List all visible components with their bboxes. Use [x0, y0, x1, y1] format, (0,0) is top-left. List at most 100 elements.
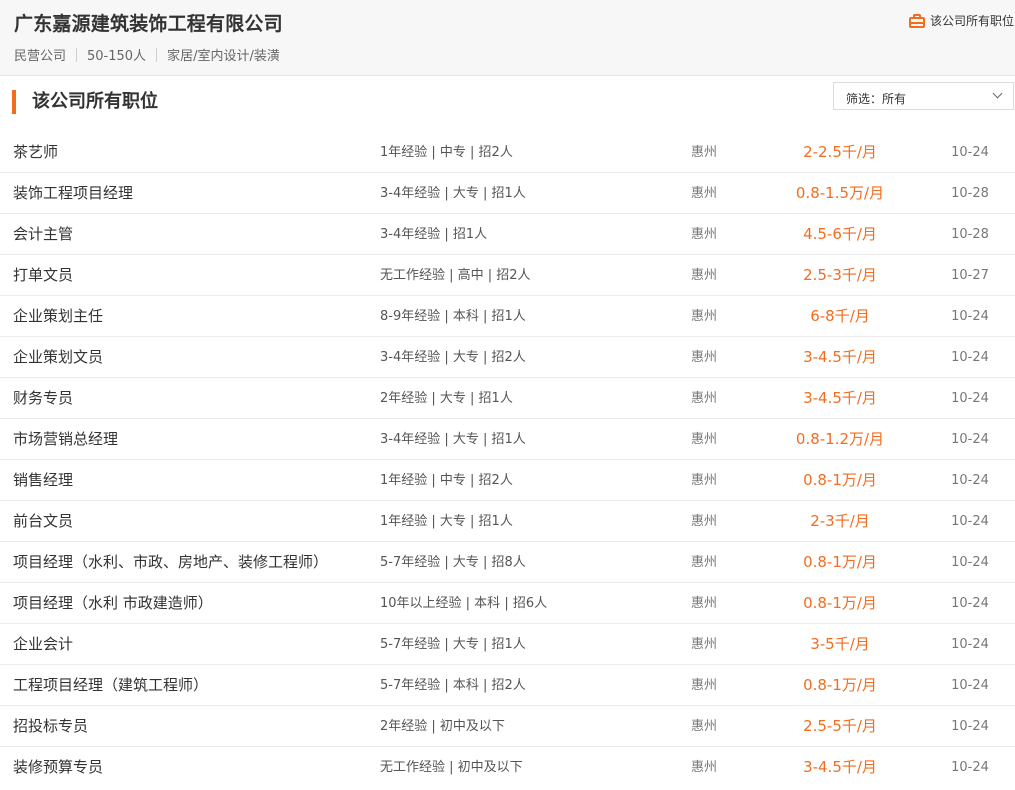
job-salary: 2-2.5千/月 [803, 143, 877, 161]
job-row[interactable]: 打单文员 无工作经验 | 高中 | 招2人 惠州 2.5-3千/月 10-27 [0, 255, 1015, 296]
company-type: 民营公司 [14, 49, 67, 64]
job-date: 10-28 [951, 227, 989, 242]
job-salary: 0.8-1.5万/月 [795, 184, 885, 202]
job-city: 惠州 [691, 637, 718, 652]
job-title[interactable]: 招投标专员 [13, 716, 88, 736]
chevron-down-icon [992, 88, 1003, 99]
job-city: 惠州 [691, 268, 718, 283]
job-salary: 2.5-5千/月 [803, 717, 877, 735]
job-date: 10-24 [951, 760, 989, 775]
filter-select-value: 筛选：所有 [846, 92, 907, 106]
filter-select[interactable]: 筛选：所有 [833, 82, 1014, 110]
job-date: 10-24 [951, 637, 989, 652]
job-title[interactable]: 企业策划文员 [13, 347, 103, 367]
job-row[interactable]: 前台文员 1年经验 | 大专 | 招1人 惠州 2-3千/月 10-24 [0, 501, 1015, 542]
job-title[interactable]: 企业会计 [13, 634, 73, 654]
job-requirements: 3-4年经验 | 大专 | 招1人 [380, 186, 526, 201]
company-meta: 民营公司 50-150人 家居/室内设计/装潢 [14, 45, 280, 64]
job-date: 10-28 [951, 186, 989, 201]
job-title[interactable]: 企业策划主任 [13, 306, 103, 326]
job-date: 10-24 [951, 145, 989, 160]
job-date: 10-24 [951, 555, 989, 570]
job-title[interactable]: 销售经理 [13, 470, 73, 490]
job-date: 10-24 [951, 514, 989, 529]
job-requirements: 5-7年经验 | 本科 | 招2人 [380, 678, 526, 693]
section-accent-bar [12, 90, 16, 114]
job-title[interactable]: 茶艺师 [13, 142, 58, 162]
job-row[interactable]: 企业会计 5-7年经验 | 大专 | 招1人 惠州 3-5千/月 10-24 [0, 624, 1015, 665]
job-row[interactable]: 会计主管 3-4年经验 | 招1人 惠州 4.5-6千/月 10-28 [0, 214, 1015, 255]
job-row[interactable]: 招投标专员 2年经验 | 初中及以下 惠州 2.5-5千/月 10-24 [0, 706, 1015, 747]
job-requirements: 3-4年经验 | 大专 | 招1人 [380, 432, 526, 447]
job-requirements: 2年经验 | 初中及以下 [380, 719, 505, 734]
job-row[interactable]: 装修预算专员 无工作经验 | 初中及以下 惠州 3-4.5千/月 10-24 [0, 747, 1015, 788]
job-city: 惠州 [691, 309, 718, 324]
job-row[interactable]: 企业策划文员 3-4年经验 | 大专 | 招2人 惠州 3-4.5千/月 10-24 [0, 337, 1015, 378]
job-city: 惠州 [691, 719, 718, 734]
job-title[interactable]: 财务专员 [13, 388, 73, 408]
job-requirements: 无工作经验 | 初中及以下 [380, 760, 523, 775]
job-title[interactable]: 装修预算专员 [13, 757, 103, 777]
meta-divider [76, 47, 78, 62]
job-row[interactable]: 财务专员 2年经验 | 大专 | 招1人 惠州 3-4.5千/月 10-24 [0, 378, 1015, 419]
job-city: 惠州 [691, 514, 718, 529]
job-city: 惠州 [691, 555, 718, 570]
job-requirements: 8-9年经验 | 本科 | 招1人 [380, 309, 526, 324]
job-city: 惠州 [691, 391, 718, 406]
job-salary: 0.8-1万/月 [803, 594, 877, 612]
job-date: 10-27 [951, 268, 989, 283]
job-salary: 3-4.5千/月 [803, 348, 877, 366]
job-requirements: 3-4年经验 | 招1人 [380, 227, 488, 242]
job-requirements: 5-7年经验 | 大专 | 招1人 [380, 637, 526, 652]
job-salary: 3-5千/月 [810, 635, 870, 653]
job-salary: 0.8-1.2万/月 [795, 430, 885, 448]
company-name[interactable]: 广东嘉源建筑装饰工程有限公司 [14, 9, 283, 36]
job-list: 茶艺师 1年经验 | 中专 | 招2人惠州 2-2.5千/月 10-24 装饰工程项目经… [0, 132, 1015, 788]
job-row[interactable]: 装饰工程项目经理 3-4年经验 | 大专 | 招1人 惠州 0.8-1.5万/月 10-… [0, 173, 1015, 214]
job-row[interactable]: 工程项目经理（建筑工程师） 5-7年经验 | 本科 | 招2人 惠州 0.8-1万/月… [0, 665, 1015, 706]
job-requirements: 无工作经验 | 高中 | 招2人 [380, 268, 531, 283]
job-title[interactable]: 工程项目经理（建筑工程师） [13, 675, 208, 695]
job-row[interactable]: 项目经理（水利、市政、房地产、装修工程师） 5-7年经验 | 大专 | 招8人 惠州… [0, 542, 1015, 583]
job-city: 惠州 [691, 432, 718, 447]
job-date: 10-24 [951, 678, 989, 693]
job-salary: 0.8-1万/月 [803, 553, 877, 571]
company-size: 50-150人 [87, 49, 147, 64]
job-salary: 2.5-3千/月 [803, 266, 877, 284]
all-jobs-link[interactable]: 该公司所有职位 [908, 12, 1014, 29]
job-salary: 3-4.5千/月 [803, 758, 877, 776]
job-requirements: 5-7年经验 | 大专 | 招8人 [380, 555, 526, 570]
job-title[interactable]: 项目经理（水利 市政建造师） [13, 593, 213, 613]
job-row[interactable]: 市场营销总经理 3-4年经验 | 大专 | 招1人 惠州 0.8-1.2万/月 10-2… [0, 419, 1015, 460]
job-salary: 2-3千/月 [810, 512, 870, 530]
job-title[interactable]: 装饰工程项目经理 [13, 183, 133, 203]
job-row[interactable]: 项目经理（水利 市政建造师） 10年以上经验 | 本科 | 招6人 惠州 0.8-1万… [0, 583, 1015, 624]
job-row[interactable]: 茶艺师 1年经验 | 中专 | 招2人 惠州 2-2.5千/月 10-24 [0, 132, 1015, 173]
job-title[interactable]: 会计主管 [13, 224, 73, 244]
job-date: 10-24 [951, 473, 989, 488]
job-city: 惠州 [691, 186, 718, 201]
job-city: 惠州 [691, 596, 718, 611]
job-title[interactable]: 前台文员 [13, 511, 73, 531]
job-date: 10-24 [951, 309, 989, 324]
job-salary: 6-8千/月 [810, 307, 870, 325]
job-title[interactable]: 打单文员 [13, 265, 73, 285]
job-date: 10-24 [951, 350, 989, 365]
job-city: 惠州 [691, 678, 718, 693]
job-requirements: 1年经验 | 中专 | 招2人 [380, 145, 513, 160]
job-date: 10-24 [951, 719, 989, 734]
job-salary: 4.5-6千/月 [803, 225, 877, 243]
job-requirements: 10年以上经验 | 本科 | 招6人 [380, 596, 548, 611]
job-salary: 0.8-1万/月 [803, 676, 877, 694]
all-jobs-link-label: 该公司所有职位 [929, 14, 1014, 28]
job-requirements: 3-4年经验 | 大专 | 招2人 [380, 350, 526, 365]
job-date: 10-24 [951, 391, 989, 406]
job-row[interactable]: 销售经理 1年经验 | 中专 | 招2人 惠州 0.8-1万/月 10-24 [0, 460, 1015, 501]
job-title[interactable]: 项目经理（水利、市政、房地产、装修工程师） [13, 552, 328, 572]
job-title[interactable]: 市场营销总经理 [13, 429, 118, 449]
section-title: 该公司所有职位 [32, 91, 158, 112]
briefcase-icon [908, 13, 925, 28]
job-row[interactable]: 企业策划主任 8-9年经验 | 本科 | 招1人 惠州 6-8千/月 10-24 [0, 296, 1015, 337]
job-date: 10-24 [951, 432, 989, 447]
job-date: 10-24 [951, 596, 989, 611]
